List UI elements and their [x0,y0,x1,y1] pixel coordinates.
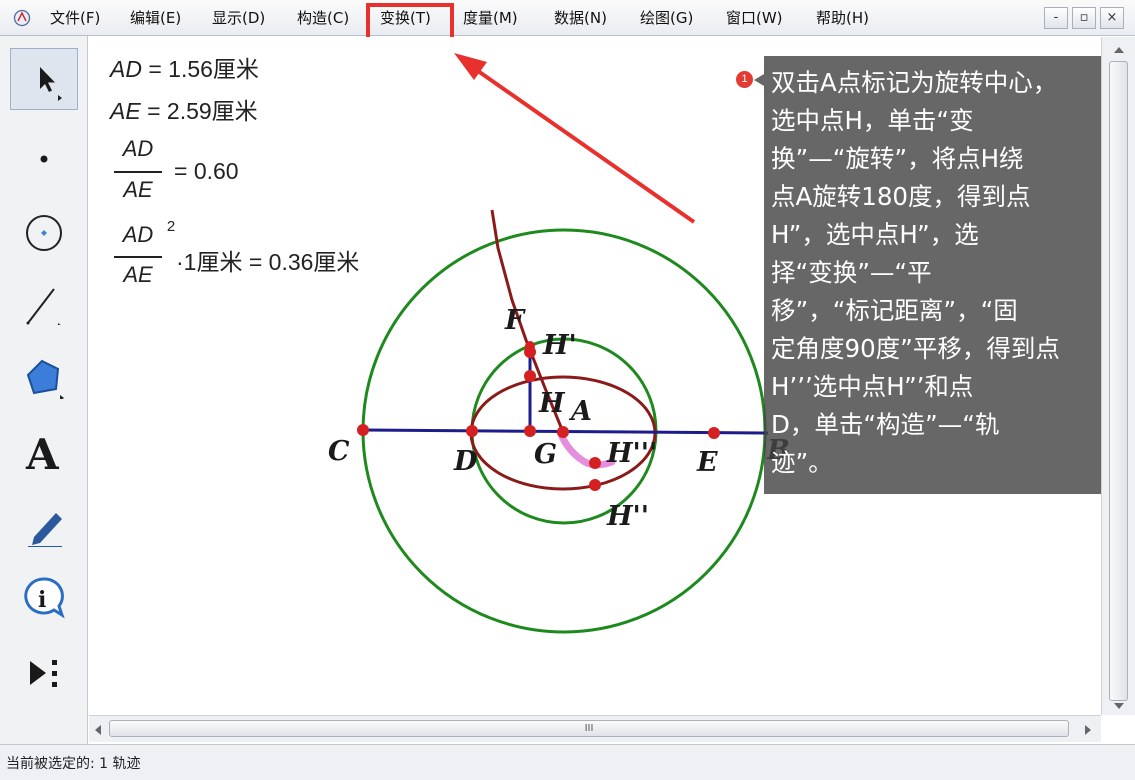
point-a[interactable] [557,426,569,438]
vertical-scrollbar[interactable] [1101,37,1135,715]
point-e[interactable] [708,427,720,439]
vertical-scroll-thumb[interactable] [1109,61,1128,701]
label-f: F [504,305,526,336]
instruction-line: 点A旋转180度，得到点 [771,182,1031,211]
label-e: E [696,447,718,478]
point-h-triple-prime[interactable] [589,457,601,469]
label-h-double-prime: H'' [606,501,649,532]
status-bar: 当前被选定的: 1 轨迹 [0,744,1135,780]
scroll-up-icon[interactable] [1113,45,1125,55]
instruction-callout: 双击A点标记为旋转中心， 选中点H，单击“变换”—“旋转”，将点H绕 点A旋转180… [764,56,1134,494]
point-g[interactable] [524,425,536,437]
status-text: 当前被选定的: 1 轨迹 [6,756,141,772]
instruction-line: 移”，“标记距离”，“固 [771,296,1018,325]
label-h-prime: H' [542,330,577,361]
instruction-line: 双击A点标记为旋转中心， [771,68,1058,97]
label-g: G [534,439,557,470]
step-number-badge: 1 [736,71,753,88]
instruction-line: H”，选中点H”，选 [771,220,979,249]
label-h-triple-prime: H''' [606,438,657,469]
instruction-line: 迹”。 [771,448,833,477]
instruction-line: 换”—“旋转”，将点H绕 [771,144,1024,173]
instruction-line: H’’’选中点H”’和点 [771,372,974,401]
annotation-arrow [466,62,696,224]
point-h-prime[interactable] [525,341,535,351]
instruction-text: 双击A点标记为旋转中心， 选中点H，单击“变换”—“旋转”，将点H绕 点A旋转180… [771,64,1130,482]
label-h: H [538,388,566,419]
label-a: A [568,396,592,427]
instruction-line: D，单击“构造”—“轨 [771,410,1000,439]
scroll-left-icon[interactable] [93,724,103,736]
instruction-line: 定角度90度”平移，得到点 [771,334,1060,363]
point-d[interactable] [466,425,478,437]
label-c: C [328,436,350,467]
horizontal-scroll-thumb[interactable]: III [109,720,1069,737]
scroll-right-icon[interactable] [1083,724,1093,736]
instruction-line: 选中点H，单击“变 [771,106,974,135]
point-c[interactable] [357,424,369,436]
point-h-double-prime[interactable] [589,479,601,491]
instruction-line: 择“变换”—“平 [771,258,932,287]
label-d: D [453,446,478,477]
scroll-down-icon[interactable] [1113,701,1125,711]
horizontal-scrollbar[interactable]: III [89,715,1101,742]
selected-locus-highlight[interactable] [556,428,616,469]
callout-pointer [754,74,764,86]
point-h[interactable] [524,370,536,382]
